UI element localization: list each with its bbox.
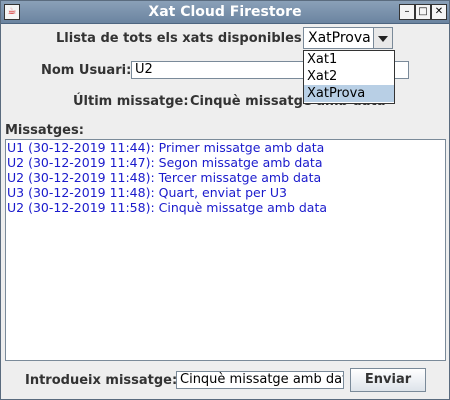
username-label: Nom Usuari: xyxy=(41,63,132,78)
chat-select-value: XatProva xyxy=(308,30,371,46)
messages-list[interactable]: U1 (30-12-2019 11:44): Primer missatge a… xyxy=(5,139,446,361)
chat-select-combo[interactable]: XatProva xyxy=(303,27,393,49)
maximize-button[interactable]: □ xyxy=(415,4,431,20)
chevron-down-icon[interactable] xyxy=(373,28,392,48)
window-title: Xat Cloud Firestore xyxy=(148,4,302,20)
chat-list-label: Llista de tots els xats disponibles: xyxy=(56,31,307,46)
last-message-label: Últim missatge: xyxy=(73,94,189,109)
compose-input[interactable]: Cinquè missatge amb data xyxy=(176,371,344,389)
message-item: U2 (30-12-2019 11:58): Cinquè missatge a… xyxy=(7,200,328,215)
message-item: U3 (30-12-2019 11:48): Quart, enviat per… xyxy=(7,185,287,200)
message-item: U2 (30-12-2019 11:47): Segon missatge am… xyxy=(7,155,323,170)
chat-select-dropdown: Xat1 Xat2 XatProva xyxy=(303,50,395,104)
message-item: U1 (30-12-2019 11:44): Primer missatge a… xyxy=(7,140,325,155)
messages-label: Missatges: xyxy=(5,123,84,138)
dropdown-option-xat2[interactable]: Xat2 xyxy=(304,68,394,85)
title-bar[interactable]: ☕ Xat Cloud Firestore – □ ✕ xyxy=(1,1,449,24)
compose-label: Introdueix missatge: xyxy=(25,373,178,388)
dropdown-option-xatprova[interactable]: XatProva xyxy=(304,85,394,102)
dropdown-option-xat1[interactable]: Xat1 xyxy=(304,51,394,68)
app-window: ☕ Xat Cloud Firestore – □ ✕ Llista de to… xyxy=(0,0,450,400)
minimize-button[interactable]: – xyxy=(399,4,415,20)
send-button[interactable]: Enviar xyxy=(350,368,426,392)
close-button[interactable]: ✕ xyxy=(431,4,447,20)
message-item: U2 (30-12-2019 11:48): Tercer missatge a… xyxy=(7,170,322,185)
